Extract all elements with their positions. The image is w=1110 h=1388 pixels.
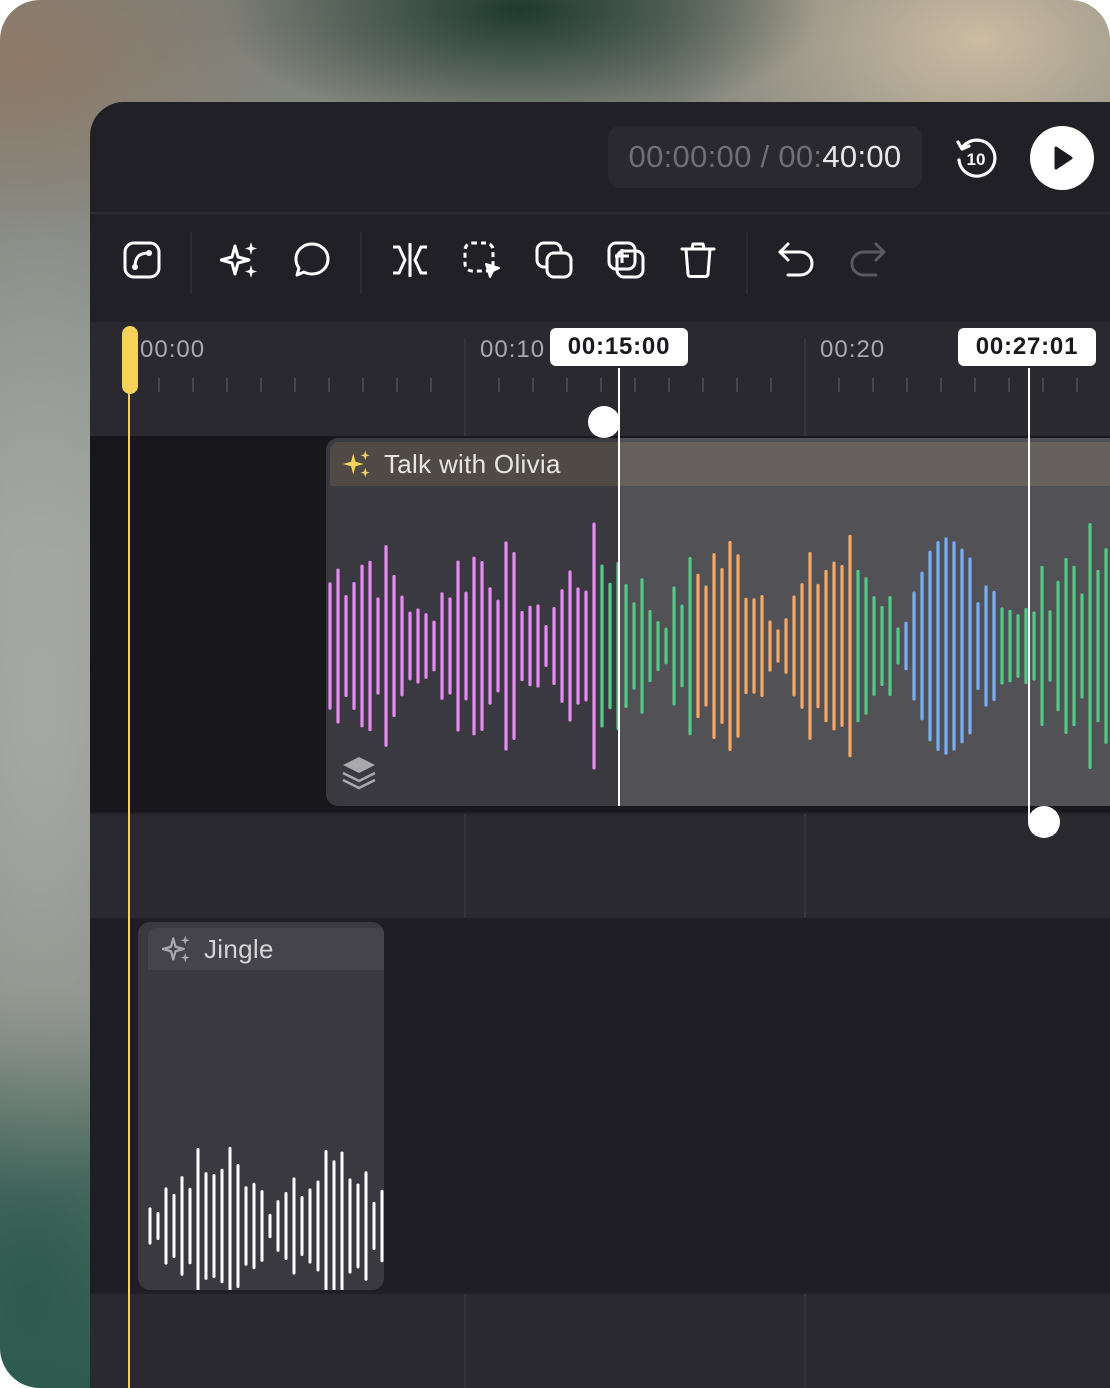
split-button[interactable] [390, 240, 430, 280]
ruler-tick [498, 378, 500, 392]
range-end-line [1028, 368, 1030, 820]
ruler-tick [770, 378, 772, 392]
redo-button[interactable] [848, 240, 888, 280]
range-end-marker[interactable]: 00:27:01 [958, 328, 1096, 366]
ruler-tick [600, 378, 602, 392]
duplicate-icon [535, 241, 573, 279]
ruler-tick [362, 378, 364, 392]
undo-button[interactable] [776, 240, 816, 280]
ruler-tick [974, 378, 976, 392]
ruler-tick [158, 378, 160, 392]
sparkles-icon [219, 242, 257, 278]
grid-line [804, 814, 806, 918]
ruler-tick [1076, 378, 1078, 392]
ruler-tick [566, 378, 568, 392]
playhead-line [128, 372, 130, 1388]
grid-line [804, 1294, 806, 1388]
ruler-tick [838, 378, 840, 392]
select-button[interactable] [462, 240, 502, 280]
editor-panel: 00:00:00 / 00: 40:00 10 00:00 00:10 00:2… [90, 102, 1110, 1388]
select-icon [463, 241, 500, 278]
replay-10-button[interactable]: 10 [952, 134, 1000, 182]
ruler-tick [226, 378, 228, 392]
ruler-tick [906, 378, 908, 392]
ruler-tick [872, 378, 874, 392]
time-display: 00:00:00 / 00: 40:00 [608, 126, 922, 188]
transport-bar: 00:00:00 / 00: 40:00 10 [90, 102, 1110, 214]
ruler-tick [1042, 378, 1044, 392]
ai-enhance-button[interactable] [219, 240, 260, 280]
ruler-major-tick [804, 338, 806, 436]
comment-button[interactable] [292, 240, 332, 280]
ruler-tick [940, 378, 942, 392]
undo-icon [778, 242, 814, 277]
duplicate-button[interactable] [534, 240, 574, 280]
split-icon [393, 243, 427, 277]
replay-10-icon: 10 [956, 138, 997, 178]
delete-button[interactable] [678, 240, 718, 280]
time-current: 00:00:00 / 00: [628, 139, 823, 174]
toolbar-divider [360, 232, 362, 294]
ruler-tick [532, 378, 534, 392]
ruler-tick [396, 378, 398, 392]
ruler-tick [668, 378, 670, 392]
ruler-tick [1008, 378, 1010, 392]
ruler-major-tick [464, 338, 466, 436]
add-clip-button[interactable] [606, 240, 646, 280]
ruler-tick [328, 378, 330, 392]
play-icon [1054, 146, 1073, 170]
trash-icon [680, 242, 716, 278]
waveform [148, 1146, 384, 1290]
ruler-label: 00:20 [820, 336, 886, 363]
grid-line [464, 814, 466, 918]
range-start-line [618, 368, 620, 806]
layers-button[interactable] [340, 754, 378, 792]
clip-talk-with-olivia[interactable]: Talk with Olivia [326, 438, 1110, 806]
range-start-marker[interactable]: 00:15:00 [550, 328, 688, 366]
playhead-handle[interactable] [122, 326, 138, 394]
ruler-label: 00:00 [140, 336, 206, 363]
track-2[interactable] [90, 814, 1110, 918]
ruler-tick [260, 378, 262, 392]
ruler-tick [702, 378, 704, 392]
ruler-tick [634, 378, 636, 392]
toolbar-divider [190, 232, 192, 294]
waveform [328, 522, 1108, 770]
edit-toolbar [90, 214, 1110, 322]
path-icon [123, 241, 161, 279]
toolbar-divider [746, 232, 748, 294]
ruler-tick [192, 378, 194, 392]
ruler-tick [736, 378, 738, 392]
range-end-handle[interactable] [1028, 806, 1060, 838]
track-4[interactable] [90, 1294, 1110, 1388]
layers-icon [342, 757, 376, 790]
redo-icon [850, 242, 886, 277]
play-button[interactable] [1030, 126, 1094, 190]
path-tool-button[interactable] [122, 240, 162, 280]
range-start-handle[interactable] [588, 406, 620, 438]
ruler-label: 00:10 [480, 336, 546, 363]
add-icon [607, 241, 645, 279]
svg-text:10: 10 [967, 150, 986, 169]
ruler-tick [294, 378, 296, 392]
clip-jingle[interactable]: Jingle [138, 922, 384, 1290]
time-total: 40:00 [822, 139, 902, 174]
grid-line [464, 1294, 466, 1388]
ruler-tick [430, 378, 432, 392]
comment-icon [294, 242, 330, 277]
